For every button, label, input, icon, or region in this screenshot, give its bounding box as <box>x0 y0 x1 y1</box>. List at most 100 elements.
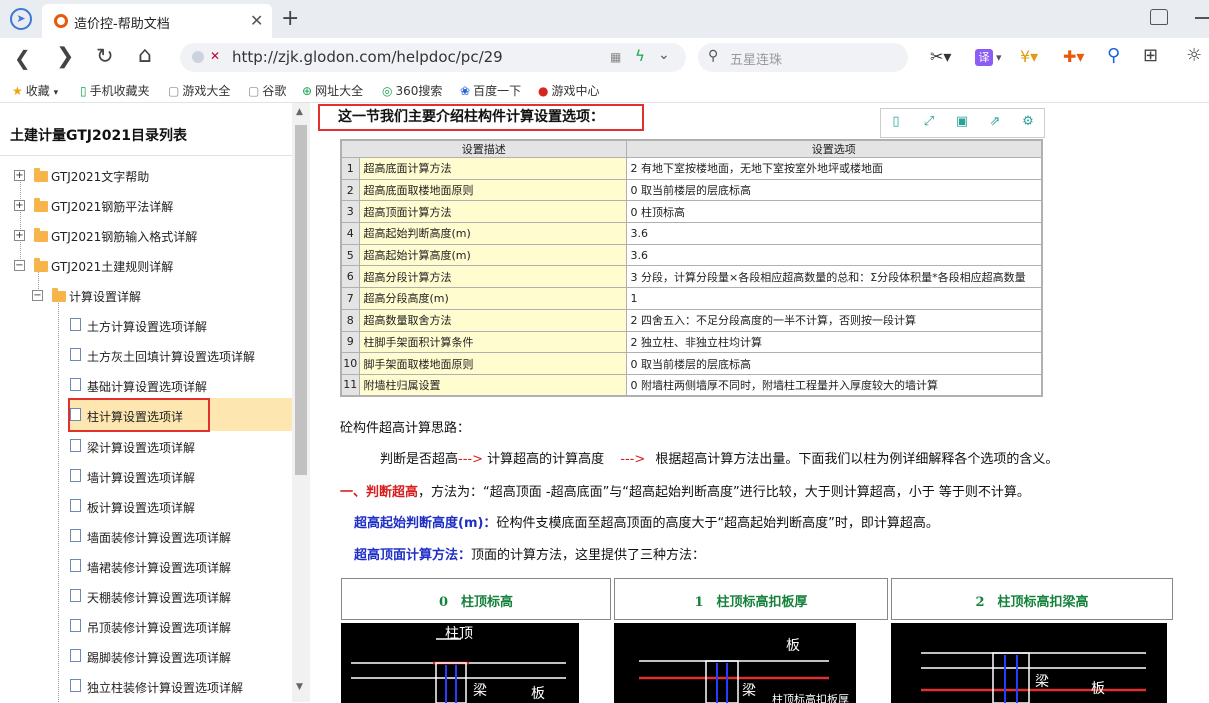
forward-button[interactable]: ❯ <box>56 44 74 69</box>
active-tab[interactable]: 造价控-帮助文档 ✕ <box>42 4 272 38</box>
tree-node-rebar-pingfa[interactable]: + GTJ2021钢筋平法详解 <box>14 198 284 220</box>
collapse-icon[interactable]: − <box>32 290 43 301</box>
tree-node-label[interactable]: 墙计算设置选项详解 <box>87 469 195 486</box>
tree-node-label[interactable]: 吊顶装修计算设置选项详解 <box>87 619 231 636</box>
translate-menu-icon[interactable]: ▾ <box>996 51 1002 64</box>
tree-node-label[interactable]: 土方计算设置选项详解 <box>87 318 207 335</box>
bookmark-favorites[interactable]: ★ 收藏 ▾ <box>12 82 58 99</box>
save-icon[interactable]: ▣ <box>955 115 969 129</box>
fullscreen-icon[interactable]: ⤢ <box>922 115 936 129</box>
tree-leaf-suspended-ceiling[interactable]: 吊顶装修计算设置选项详解 <box>70 619 285 641</box>
tree-leaf-skirting[interactable]: 踢脚装修计算设置选项详解 <box>70 649 285 671</box>
collapse-icon[interactable]: − <box>14 260 25 271</box>
scissors-icon[interactable]: ✂▾ <box>930 47 951 66</box>
tree-node-label[interactable]: 板计算设置选项详解 <box>87 499 195 516</box>
bookmark-games[interactable]: ▢ 游戏大全 <box>168 82 230 99</box>
expand-icon[interactable]: + <box>14 170 25 181</box>
tree-node-label[interactable]: 梁计算设置选项详解 <box>87 439 195 456</box>
tree-node-label[interactable]: 墙面装修计算设置选项详解 <box>87 529 231 546</box>
sidebar-divider <box>0 155 292 156</box>
tree-leaf-column-finish[interactable]: 独立柱装修计算设置选项详解 <box>70 679 285 701</box>
expand-icon[interactable]: + <box>14 200 25 211</box>
page-icon: ▢ <box>248 84 260 98</box>
browser-logo-icon[interactable]: ➤ <box>10 8 32 30</box>
magnifier-icon[interactable]: ⚲ <box>1107 45 1120 66</box>
paragraph-text: 砼构件支模底面至超高顶面的高度大于“超高起始判断高度”时，即计算超高。 <box>496 516 939 531</box>
tree-node-calc-settings[interactable]: − 计算设置详解 <box>32 288 282 310</box>
tree-node-text-help[interactable]: + GTJ2021文字帮助 <box>14 168 284 190</box>
reload-button[interactable]: ↻ <box>96 44 114 68</box>
paragraph-intro: 砼构件超高计算思路： <box>340 421 471 436</box>
tree-node-label[interactable]: 天棚装修计算设置选项详解 <box>87 589 231 606</box>
search-icon[interactable]: ⚲ <box>708 48 718 64</box>
bookmark-360[interactable]: ◎ 360搜索 <box>382 82 442 99</box>
search-box[interactable]: ⚲ 五星连珠 <box>698 43 908 72</box>
tree-leaf-dado[interactable]: 墙裙装修计算设置选项详解 <box>70 559 285 581</box>
column-header: 设置选项 <box>625 139 1043 158</box>
insecure-icon[interactable]: ✕ <box>210 49 220 63</box>
scroll-down-arrow-icon[interactable]: ▼ <box>296 682 303 692</box>
tree-node-label[interactable]: GTJ2021土建规则详解 <box>51 258 173 275</box>
tree-node-label[interactable]: 踢脚装修计算设置选项详解 <box>87 649 231 666</box>
scroll-up-arrow-icon[interactable]: ▲ <box>296 107 303 117</box>
tree-leaf-slab[interactable]: 板计算设置选项详解 <box>70 499 285 521</box>
tree-leaf-earthwork[interactable]: 土方计算设置选项详解 <box>70 318 285 340</box>
tree-node-civil-rules[interactable]: − GTJ2021土建规则详解 <box>14 258 284 280</box>
skin-icon[interactable] <box>1150 9 1168 25</box>
tree-node-label[interactable]: GTJ2021钢筋输入格式详解 <box>51 228 197 245</box>
tree-leaf-foundation[interactable]: 基础计算设置选项详解 <box>70 378 285 400</box>
bookmark-game-center[interactable]: ● 游戏中心 <box>538 82 600 99</box>
address-bar[interactable]: ✕ http://zjk.glodon.com/helpdoc/pc/29 ▦ … <box>180 43 686 72</box>
tree-leaf-ceiling[interactable]: 天棚装修计算设置选项详解 <box>70 589 285 611</box>
brightness-icon[interactable]: ☼ <box>1186 45 1202 66</box>
translate-button[interactable]: 译 <box>975 49 993 66</box>
minimize-button[interactable] <box>1195 17 1209 19</box>
page-icon: ▢ <box>168 84 180 98</box>
coin-icon[interactable]: ¥▾ <box>1020 47 1038 66</box>
section-heading: 这一节我们主要介绍柱构件计算设置选项： <box>338 109 604 125</box>
url-text[interactable]: http://zjk.glodon.com/helpdoc/pc/29 <box>232 48 503 66</box>
share-icon[interactable]: ⇗ <box>988 115 1002 129</box>
document-icon <box>70 679 81 692</box>
mobile-view-icon[interactable]: ▯ <box>889 115 903 129</box>
chevron-down-icon[interactable]: ⌄ <box>658 47 670 63</box>
tab-close-button[interactable]: ✕ <box>250 11 263 30</box>
tree-leaf-wall-finish[interactable]: 墙面装修计算设置选项详解 <box>70 529 285 551</box>
diagram-label: 柱顶 <box>445 626 473 642</box>
qr-code-icon[interactable]: ▦ <box>610 50 621 64</box>
tree-node-label[interactable]: GTJ2021文字帮助 <box>51 168 149 185</box>
bookmark-mobile[interactable]: ▯ 手机收藏夹 <box>80 82 150 99</box>
tree-node-label[interactable]: 基础计算设置选项详解 <box>87 378 207 395</box>
apps-grid-icon[interactable]: ⊞ <box>1143 45 1158 66</box>
home-button[interactable]: ⌂ <box>138 43 152 68</box>
settings-gear-icon[interactable]: ⚙ <box>1021 115 1035 129</box>
bookmark-label: 网址大全 <box>315 84 364 98</box>
tree-node-label[interactable]: 土方灰土回填计算设置选项详解 <box>87 348 255 365</box>
tree-leaf-beam[interactable]: 梁计算设置选项详解 <box>70 439 285 461</box>
security-icon[interactable] <box>192 51 204 63</box>
diagram-label: 板 <box>1091 681 1105 697</box>
speed-mode-icon[interactable]: ϟ <box>635 47 645 65</box>
bookmark-google[interactable]: ▢ 谷歌 <box>248 82 286 99</box>
tree-node-rebar-input[interactable]: + GTJ2021钢筋输入格式详解 <box>14 228 284 250</box>
back-button[interactable]: ❮ <box>14 46 31 70</box>
bookmark-hao[interactable]: ⊕ 网址大全 <box>302 82 363 99</box>
expand-icon[interactable]: + <box>14 230 25 241</box>
diagram-column-top-minus-beam: 梁 板 <box>891 623 1167 703</box>
tree-leaf-lime-backfill[interactable]: 土方灰土回填计算设置选项详解 <box>70 348 285 370</box>
search-placeholder[interactable]: 五星连珠 <box>730 49 782 68</box>
new-tab-button[interactable]: + <box>281 6 299 31</box>
tree-node-label[interactable]: 独立柱装修计算设置选项详解 <box>87 679 243 696</box>
tree-node-label[interactable]: 计算设置详解 <box>69 288 141 305</box>
gamepad-icon[interactable]: ✚▾ <box>1063 47 1084 66</box>
tree-node-label[interactable]: 墙裙装修计算设置选项详解 <box>87 559 231 576</box>
bookmark-baidu[interactable]: ❀ 百度一下 <box>460 82 521 99</box>
scrollbar-thumb[interactable] <box>295 125 307 475</box>
setting-description: 柱脚手架面积计算条件 <box>358 330 627 354</box>
tree-leaf-wall[interactable]: 墙计算设置选项详解 <box>70 469 285 491</box>
diagram-label: 板 <box>531 686 545 702</box>
folder-open-icon <box>34 258 48 272</box>
tree-node-label[interactable]: GTJ2021钢筋平法详解 <box>51 198 173 215</box>
row-number: 4 <box>340 222 360 245</box>
row-number: 2 <box>340 178 360 202</box>
